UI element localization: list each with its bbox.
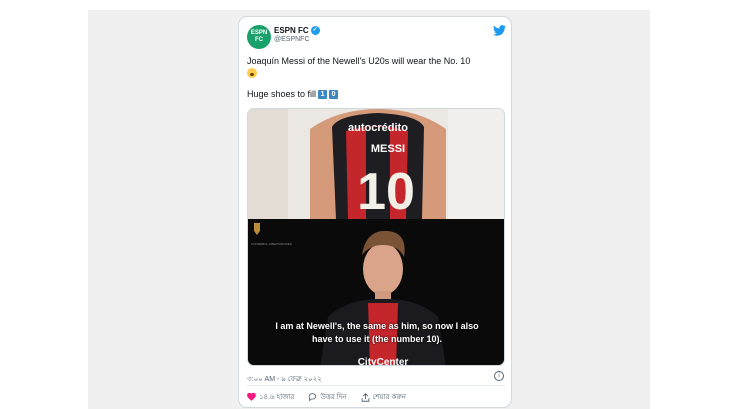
tweet-text-line2: Huge shoes to fill 1 0 xyxy=(247,89,339,99)
heart-icon xyxy=(247,393,256,401)
jersey-name: MESSI xyxy=(371,143,405,155)
astonished-face-emoji-icon xyxy=(247,68,257,78)
account-name[interactable]: ESPN FC xyxy=(274,26,309,35)
divider xyxy=(247,385,505,386)
espn-fc-avatar[interactable]: ESPN FC xyxy=(247,25,271,49)
share-icon xyxy=(361,392,369,402)
tweet-line2-text: Huge shoes to fill xyxy=(247,89,317,99)
like-count: ১৪.৬ হাজার xyxy=(259,394,295,401)
reply-button[interactable]: উত্তর দিন xyxy=(308,391,347,403)
tweet-timestamp[interactable]: ৩:০০ AM - ৯ ফেব্রু ২০২২ xyxy=(247,373,322,385)
keycap-one-icon: 1 xyxy=(318,89,328,99)
watermark: CONMEBOL LIBERTADORES xyxy=(251,242,292,246)
share-label: শেয়ার করুন xyxy=(372,394,406,401)
keycap-zero-icon: 0 xyxy=(329,89,339,99)
video-subtitle: I am at Newell's, the same as him, so no… xyxy=(248,320,504,346)
interview-video-frame[interactable]: CONMEBOL LIBERTADORES CityCenter I am at… xyxy=(248,219,504,366)
jersey-illustration: autocrédito MESSI 10 xyxy=(248,109,504,221)
twitter-bird-icon[interactable] xyxy=(493,25,506,36)
account-handle[interactable]: @ESPNFC xyxy=(274,36,310,43)
tweet-text-main: Joaquín Messi of the Newell's U20s will … xyxy=(247,56,471,66)
like-button[interactable]: ১৪.৬ হাজার xyxy=(247,391,294,403)
jersey-photo: autocrédito MESSI 10 xyxy=(248,109,504,221)
tweet-media[interactable]: autocrédito MESSI 10 CONMEBOL LIBERTADOR… xyxy=(247,108,505,366)
shirt-sponsor: CityCenter xyxy=(358,357,409,366)
info-icon[interactable]: i xyxy=(494,371,504,381)
jersey-number: 10 xyxy=(357,163,415,219)
reply-bubble-icon xyxy=(309,393,317,401)
tweet-text: Joaquín Messi of the Newell's U20s will … xyxy=(247,55,507,81)
share-button[interactable]: শেয়ার করুন xyxy=(361,391,406,403)
subtitle-line-2: have to use it (the number 10). xyxy=(311,334,443,344)
subtitle-line-1: I am at Newell's, the same as him, so no… xyxy=(275,321,479,331)
tweet-card[interactable]: ESPN FC ESPN FC ✓ @ESPNFC Joaquín Messi … xyxy=(238,16,512,408)
tweet-actions: ১৪.৬ হাজার উত্তর দিন শেয়ার করুন xyxy=(247,391,420,403)
reply-label: উত্তর দিন xyxy=(320,394,347,401)
verified-icon: ✓ xyxy=(310,26,320,35)
account-name-row[interactable]: ESPN FC ✓ xyxy=(274,26,320,35)
jersey-sponsor: autocrédito xyxy=(348,122,408,134)
